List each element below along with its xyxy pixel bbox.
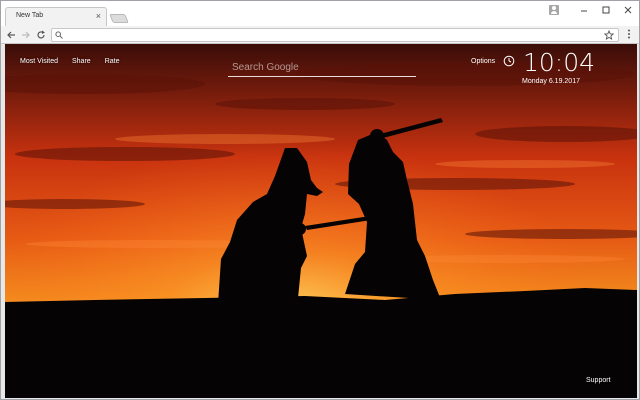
tab-new-tab[interactable]: New Tab × — [5, 7, 107, 26]
options-link[interactable]: Options — [471, 58, 495, 65]
tab-strip: New Tab × — [1, 1, 639, 26]
reload-icon — [37, 30, 45, 39]
clock-icon[interactable] — [503, 55, 515, 67]
tab-close-icon[interactable]: × — [96, 10, 101, 22]
close-icon — [624, 6, 632, 14]
background-wallpaper — [5, 44, 637, 398]
browser-window: New Tab × Most Visited Share Rate Search… — [0, 0, 640, 400]
close-window-button[interactable] — [617, 1, 639, 19]
browser-toolbar — [1, 26, 639, 44]
back-arrow-icon — [7, 31, 15, 39]
reload-button[interactable] — [35, 29, 47, 41]
new-tab-button[interactable] — [109, 14, 129, 23]
back-button[interactable] — [5, 29, 17, 41]
most-visited-link[interactable]: Most Visited — [20, 58, 58, 65]
share-link[interactable]: Share — [72, 58, 91, 65]
maximize-button[interactable] — [595, 1, 617, 19]
new-tab-page: Most Visited Share Rate Options 10:04 Mo… — [5, 44, 637, 398]
three-dot-menu-icon[interactable] — [627, 29, 631, 39]
rate-link[interactable]: Rate — [105, 58, 120, 65]
window-controls — [549, 1, 639, 19]
address-input[interactable] — [64, 29, 604, 41]
support-link[interactable]: Support — [586, 377, 611, 384]
forward-button[interactable] — [20, 29, 32, 41]
maximize-icon — [602, 6, 610, 14]
address-bar[interactable] — [51, 28, 619, 42]
star-icon[interactable] — [604, 30, 614, 40]
clock-date: Monday 6.19.2017 — [522, 78, 580, 85]
ntp-links: Most Visited Share Rate — [20, 58, 119, 65]
clock-time: 10:04 — [523, 48, 596, 77]
tab-title: New Tab — [16, 12, 44, 19]
minimize-icon — [581, 10, 587, 12]
search-icon — [55, 31, 63, 39]
minimize-button[interactable] — [573, 1, 595, 19]
google-search-box — [228, 57, 416, 77]
profile-icon[interactable] — [549, 5, 559, 15]
forward-arrow-icon — [22, 31, 30, 39]
google-search-input[interactable] — [228, 58, 416, 77]
